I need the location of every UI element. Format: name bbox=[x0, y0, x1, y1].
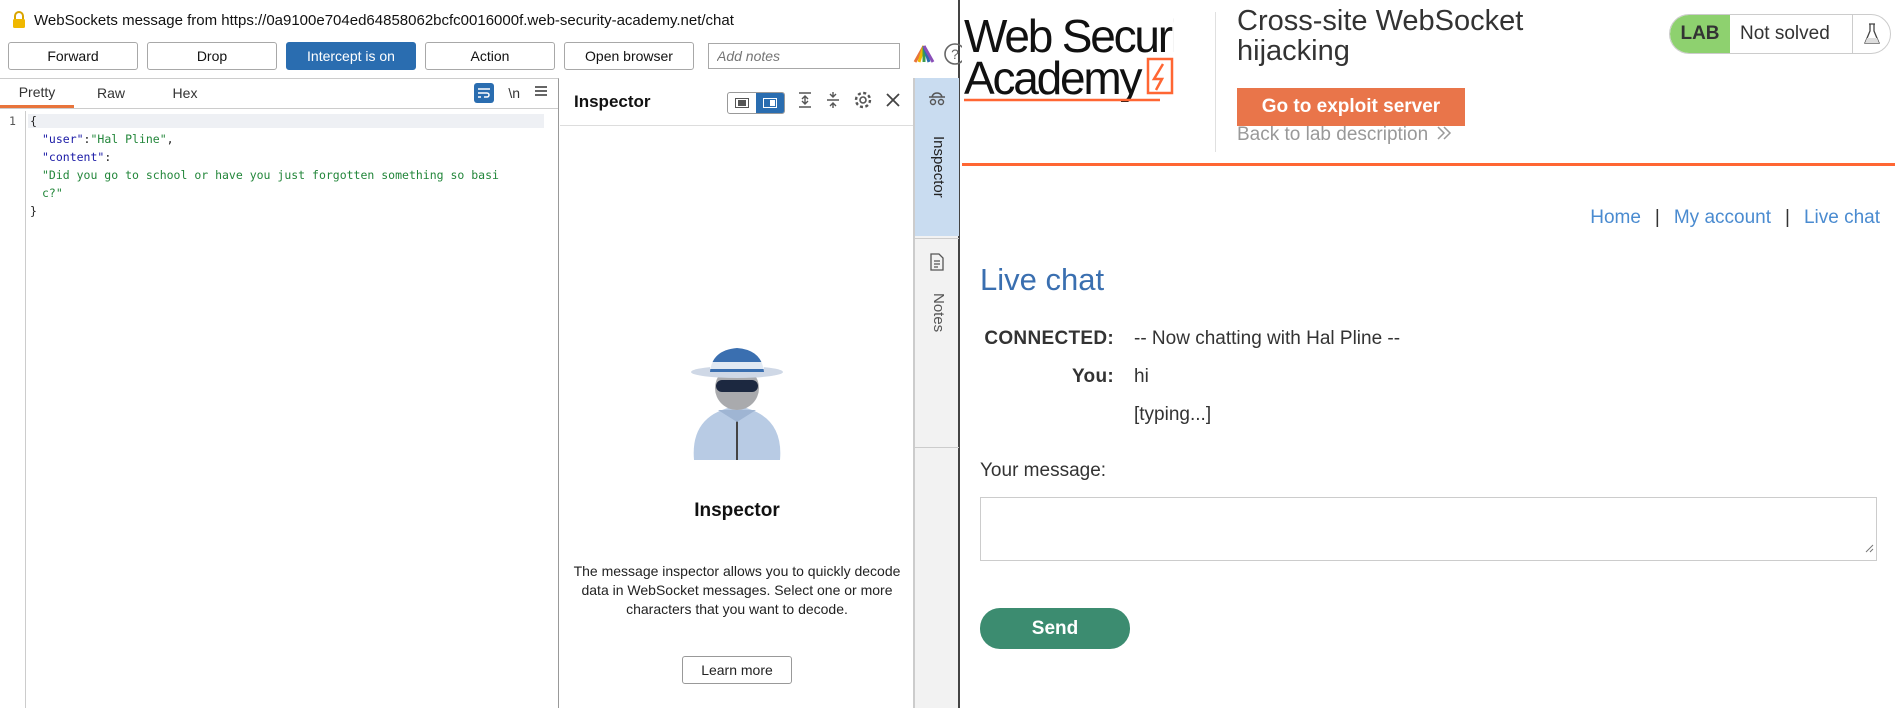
burp-ai-icon[interactable] bbox=[911, 43, 937, 70]
burp-window: WebSockets message from https://0a9100e7… bbox=[0, 0, 966, 708]
rail-notes-label: Notes bbox=[930, 293, 947, 333]
page-title: Live chat bbox=[980, 262, 1105, 297]
layout-toggle[interactable] bbox=[727, 91, 785, 114]
chat-row: CONNECTED: -- Now chatting with Hal Plin… bbox=[980, 328, 1400, 350]
line-gutter: 1 bbox=[0, 111, 26, 708]
send-button[interactable]: Send bbox=[980, 608, 1130, 649]
code-area[interactable]: 1 { "user":"Hal Pline", "content": "Did … bbox=[0, 111, 558, 708]
nav-home-link[interactable]: Home bbox=[1590, 207, 1641, 229]
message-label: Your message: bbox=[980, 460, 1107, 481]
lab-badge: LAB bbox=[1670, 15, 1730, 53]
line-number: 1 bbox=[9, 114, 16, 128]
forward-button[interactable]: Forward bbox=[8, 42, 138, 70]
chat-row: You: hi bbox=[980, 366, 1149, 388]
word-wrap-icon[interactable] bbox=[474, 83, 495, 103]
notes-icon bbox=[929, 253, 945, 276]
nav-my-account-link[interactable]: My account bbox=[1674, 207, 1771, 229]
inspector-title: Inspector bbox=[694, 500, 780, 521]
academy-logo[interactable]: Web Security Academy bbox=[964, 10, 1215, 104]
lab-status-widget: LAB Not solved bbox=[1669, 14, 1891, 54]
burp-window-title: WebSockets message from https://0a9100e7… bbox=[34, 11, 734, 29]
chevron-double-right-icon bbox=[1436, 124, 1452, 146]
intercept-toggle-button[interactable]: Intercept is on bbox=[286, 42, 416, 70]
nav-separator: | bbox=[1654, 207, 1660, 228]
rail-tab-inspector[interactable]: Inspector bbox=[915, 78, 959, 236]
chat-text: [typing...] bbox=[1134, 404, 1212, 425]
chat-row: [typing...] bbox=[980, 404, 1211, 426]
burp-toolbar: Forward Drop Intercept is on Action Open… bbox=[8, 42, 967, 70]
editor-tabs: Pretty Raw Hex \n bbox=[0, 79, 558, 109]
rail-tab-notes[interactable]: Notes bbox=[915, 238, 959, 448]
tab-raw[interactable]: Raw bbox=[74, 78, 148, 108]
chat-label: CONNECTED: bbox=[984, 328, 1114, 349]
action-button[interactable]: Action bbox=[425, 42, 555, 70]
chat-label: You: bbox=[1071, 366, 1114, 387]
expand-icon[interactable] bbox=[797, 91, 813, 114]
code-line-open: { bbox=[28, 114, 544, 128]
nav-separator: | bbox=[1785, 207, 1790, 228]
back-link-label: Back to lab description bbox=[1237, 124, 1429, 145]
chat-text: hi bbox=[1134, 366, 1149, 387]
spy-illustration-icon bbox=[680, 336, 794, 460]
message-editor: Pretty Raw Hex \n 1 { "user":"Hal Pline"… bbox=[0, 78, 559, 708]
burp-title-bar: WebSockets message from https://0a9100e7… bbox=[0, 0, 958, 40]
inspector-description: The message inspector allows you to quic… bbox=[573, 563, 901, 617]
lab-title: Cross-site WebSocket hijacking bbox=[1237, 5, 1524, 67]
code-line-content-value: "Did you go to school or have you just f… bbox=[42, 168, 499, 182]
back-to-description-link[interactable]: Back to lab description bbox=[1237, 124, 1452, 146]
code-line-user: "user":"Hal Pline", bbox=[42, 132, 174, 146]
lock-icon bbox=[12, 11, 26, 29]
flask-icon bbox=[1852, 15, 1890, 53]
resize-handle-icon[interactable] bbox=[1864, 540, 1874, 558]
layout-right-icon[interactable] bbox=[756, 92, 784, 113]
layout-left-icon[interactable] bbox=[728, 93, 756, 113]
code-line-content-value-wrap: c?" bbox=[42, 186, 63, 200]
header-divider bbox=[1215, 12, 1216, 152]
code-line-close: } bbox=[30, 204, 37, 218]
inspector-spy-icon bbox=[927, 92, 947, 111]
lab-status-text: Not solved bbox=[1740, 23, 1830, 44]
newline-toggle[interactable]: \n bbox=[508, 85, 520, 101]
chat-text: -- Now chatting with Hal Pline -- bbox=[1134, 328, 1401, 349]
tab-hex[interactable]: Hex bbox=[148, 78, 222, 108]
chat-label bbox=[980, 404, 1114, 426]
lab-header: Web Security Academy Cross-site WebSocke… bbox=[962, 0, 1895, 166]
lab-page: Web Security Academy Cross-site WebSocke… bbox=[962, 0, 1895, 708]
learn-more-button[interactable]: Learn more bbox=[682, 656, 792, 684]
tab-pretty[interactable]: Pretty bbox=[0, 78, 74, 108]
inspector-header: Inspector bbox=[560, 78, 913, 126]
close-icon[interactable] bbox=[885, 92, 901, 113]
inspector-header-title: Inspector bbox=[574, 91, 651, 111]
nav-live-chat-link[interactable]: Live chat bbox=[1804, 207, 1880, 229]
notes-input[interactable] bbox=[708, 43, 900, 69]
rail-inspector-label: Inspector bbox=[930, 136, 947, 198]
svg-text:?: ? bbox=[951, 46, 959, 62]
collapse-icon[interactable] bbox=[825, 91, 841, 114]
code-line-content-key: "content": bbox=[42, 150, 112, 164]
svg-text:Academy: Academy bbox=[964, 52, 1143, 102]
message-textarea[interactable] bbox=[980, 497, 1877, 561]
inspector-panel: Inspector Inspector The message inspecto… bbox=[560, 78, 914, 708]
top-nav: Home | My account | Live chat bbox=[1590, 207, 1880, 229]
exploit-server-button[interactable]: Go to exploit server bbox=[1237, 88, 1465, 126]
menu-icon[interactable] bbox=[534, 84, 548, 102]
side-rail: Inspector Notes bbox=[914, 78, 959, 708]
open-browser-button[interactable]: Open browser bbox=[564, 42, 694, 70]
drop-button[interactable]: Drop bbox=[147, 42, 277, 70]
gear-icon[interactable] bbox=[853, 90, 873, 115]
